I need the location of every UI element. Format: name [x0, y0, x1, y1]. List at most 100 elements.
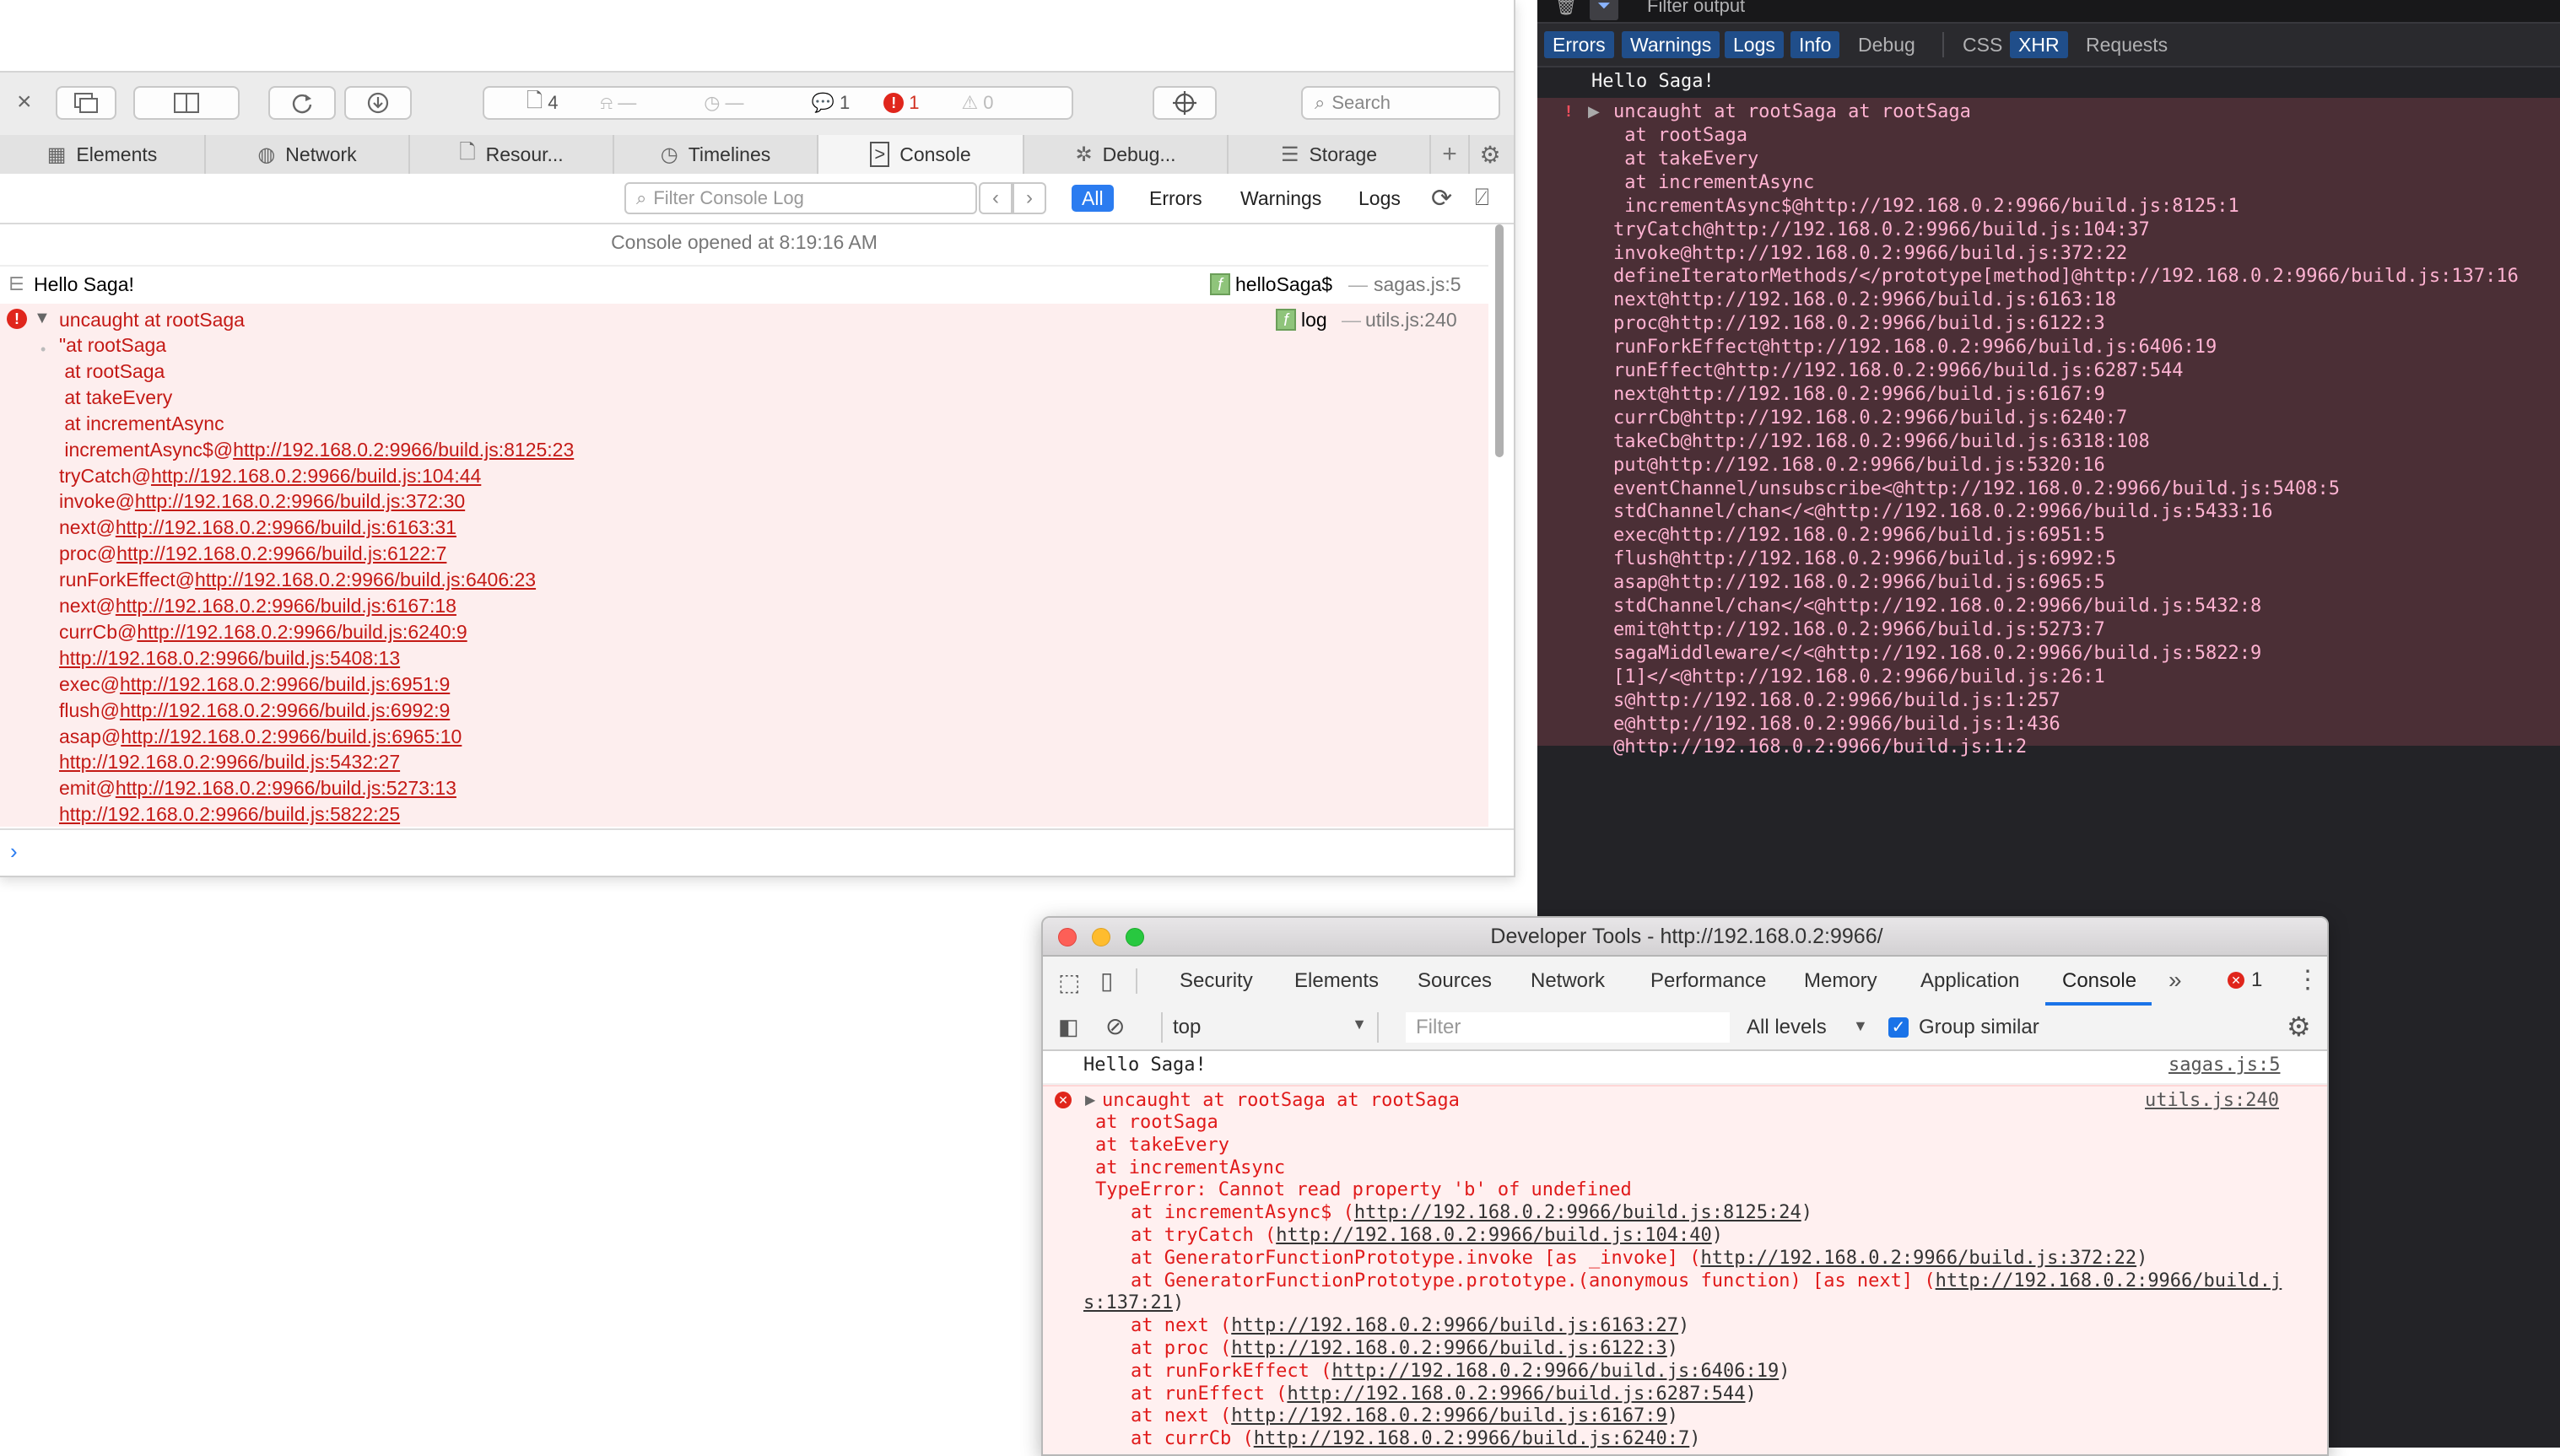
tab-storage[interactable]: ☰ Storage [1229, 135, 1431, 174]
add-tab-button[interactable]: + [1431, 135, 1470, 174]
source-file-link[interactable]: utils.js:240 [1365, 309, 1457, 332]
reload-button[interactable] [268, 86, 336, 120]
disclosure-triangle-icon[interactable]: ▶ [1588, 103, 1600, 121]
frame-url-link[interactable]: http://192.168.0.2:9966/build.js:6240:7 [1254, 1428, 1690, 1449]
tab-elements[interactable]: Elements [1294, 957, 1379, 1006]
filter-requests[interactable]: Requests [2077, 31, 2176, 58]
dashboard[interactable]: 🗋 4 ⍾ — ◷ — 💬 1 ! 1 ⚠ 0 [483, 86, 1073, 120]
frame-url-link[interactable]: http://192.168.0.2:9966/build.js:6965:10 [121, 725, 462, 747]
frame-url-link[interactable]: http://192.168.0.2:9966/build.js:6163:27 [1231, 1315, 1678, 1336]
previous-button[interactable]: ‹ [979, 182, 1013, 214]
scrollbar-thumb[interactable] [1495, 224, 1504, 457]
tab-network[interactable]: ◍ Network [206, 135, 410, 174]
split-view-button[interactable] [133, 86, 240, 120]
tab-console[interactable]: Console [2062, 957, 2136, 1006]
filter-info[interactable]: Info [1790, 31, 1840, 58]
frame-url-link[interactable]: http://192.168.0.2:9966/build.js:6951:9 [120, 673, 450, 695]
frame-url-link[interactable]: http://192.168.0.2:9966/build.js:6122:7 [116, 542, 446, 564]
clear-log-icon[interactable]: ⟳ [1431, 184, 1452, 213]
frame-url-link[interactable]: http://192.168.0.2:9966/build.js:5273:13 [116, 777, 456, 799]
tab-console[interactable]: > Console [818, 135, 1024, 174]
frame-url-link[interactable]: http://192.168.0.2:9966/build.js:5822:25 [59, 803, 400, 825]
level-errors[interactable]: Errors [1139, 185, 1212, 212]
filter-output-label[interactable]: Filter output [1647, 0, 1745, 17]
terminal-icon: > [870, 142, 890, 167]
frame-url-link[interactable]: http://192.168.0.2:9966/build.js:104:44 [151, 465, 481, 487]
sidebar-toggle-icon[interactable]: ◧ [1058, 1014, 1079, 1040]
frame-url-link[interactable]: http://192.168.0.2:9966/build.js:6406:23 [195, 569, 536, 590]
level-all[interactable]: All [1072, 185, 1114, 212]
search-field[interactable]: ⌕ Search [1301, 86, 1500, 120]
source-link[interactable]: utils.js:240 [2145, 1090, 2279, 1111]
source-link[interactable]: sagas.js:5 [2168, 1054, 2280, 1076]
inspect-element-icon[interactable]: ⬚ [1058, 968, 1080, 996]
frame-url-link[interactable]: http://192.168.0.2:9966/build.j [1936, 1270, 2282, 1292]
frame-url-link[interactable]: http://192.168.0.2:9966/build.js:5432:27 [59, 751, 400, 773]
trash-icon[interactable]: 🗑 [1554, 0, 1578, 17]
filter-logs[interactable]: Logs [1725, 31, 1784, 58]
error-count[interactable]: 1 [2251, 968, 2262, 992]
filter-icon[interactable]: ⏷ [1590, 0, 1618, 20]
frame-url-link[interactable]: s:137:21 [1083, 1292, 1173, 1313]
frame-text: at runEffect ( [1131, 1383, 1288, 1405]
tab-application[interactable]: Application [1920, 957, 2019, 1006]
dock-window-button[interactable] [56, 86, 116, 120]
log-levels-dropdown[interactable]: All levels [1747, 1016, 1827, 1039]
more-tabs-icon[interactable]: » [2168, 967, 2182, 994]
filter-input[interactable]: Filter [1406, 1012, 1730, 1043]
disclosure-triangle-icon[interactable]: ▶ [1085, 1092, 1095, 1108]
group-similar-label[interactable]: Group similar [1919, 1016, 2039, 1039]
tab-elements[interactable]: ▦ Elements [0, 135, 206, 174]
frame-url-link[interactable]: http://192.168.0.2:9966/build.js:8125:23 [233, 439, 574, 461]
settings-button[interactable]: ⚙ [1470, 135, 1510, 174]
stack-frame: s:137:21) [1083, 1292, 1184, 1313]
filter-xhr[interactable]: XHR [2010, 31, 2068, 58]
filter-debug[interactable]: Debug [1850, 31, 1924, 58]
frame-url-link[interactable]: http://192.168.0.2:9966/build.js:5408:13 [59, 647, 400, 669]
tab-timelines[interactable]: ◷ Timelines [614, 135, 818, 174]
tab-security[interactable]: Security [1180, 957, 1253, 1006]
tab-sources[interactable]: Sources [1418, 957, 1492, 1006]
stack-frame: at GeneratorFunctionPrototype.invoke [as… [1131, 1248, 2147, 1269]
frame-url-link[interactable]: http://192.168.0.2:9966/build.js:6122:3 [1231, 1338, 1667, 1359]
frame-url-link[interactable]: http://192.168.0.2:9966/build.js:6167:18 [116, 595, 456, 617]
element-picker-button[interactable] [1153, 86, 1217, 120]
frame-url-link[interactable]: http://192.168.0.2:9966/build.js:6992:9 [120, 699, 450, 721]
group-similar-checkbox[interactable]: ✓ [1888, 1017, 1909, 1038]
download-button[interactable] [344, 86, 412, 120]
frame-url-link[interactable]: http://192.168.0.2:9966/build.js:6163:31 [116, 516, 456, 538]
frame-url-link[interactable]: http://192.168.0.2:9966/build.js:372:22 [1701, 1248, 2137, 1269]
disclosure-triangle-icon[interactable]: ▼ [34, 309, 51, 328]
more-menu-icon[interactable]: ⋮ [2295, 965, 2320, 995]
frame-url-link[interactable]: http://192.168.0.2:9966/build.js:6167:9 [1231, 1405, 1667, 1426]
console-scrollbar[interactable] [1493, 224, 1507, 825]
frame-url-link[interactable]: http://192.168.0.2:9966/build.js:6240:9 [137, 621, 467, 643]
device-toolbar-icon[interactable]: ▯ [1100, 967, 1113, 995]
error-count-icon[interactable]: ✕ [2228, 972, 2244, 989]
gear-icon[interactable]: ⚙ [2287, 1011, 2311, 1043]
tab-performance[interactable]: Performance [1650, 957, 1766, 1006]
frame-url-link[interactable]: http://192.168.0.2:9966/build.js:6406:19 [1331, 1361, 1779, 1382]
tab-debugger[interactable]: ✲ Debug... [1024, 135, 1229, 174]
tab-memory[interactable]: Memory [1804, 957, 1877, 1006]
context-selector[interactable]: top ▼ [1161, 1012, 1379, 1043]
level-logs[interactable]: Logs [1348, 185, 1411, 212]
filter-warnings[interactable]: Warnings [1622, 31, 1720, 58]
filter-css[interactable]: CSS [1954, 31, 2011, 58]
frame-url-link[interactable]: http://192.168.0.2:9966/build.js:6287:54… [1287, 1383, 1745, 1405]
frame-url-link[interactable]: http://192.168.0.2:9966/build.js:8125:24 [1354, 1202, 1801, 1223]
tab-network[interactable]: Network [1531, 957, 1605, 1006]
frame-url-link[interactable]: http://192.168.0.2:9966/build.js:104:40 [1276, 1225, 1712, 1246]
filter-errors[interactable]: Errors [1544, 31, 1614, 58]
preserve-log-icon[interactable]: ⍁ [1475, 184, 1489, 212]
tab-resources[interactable]: 🗋 Resour... [410, 135, 614, 174]
stack-frame: incrementAsync$@http://192.168.0.2:9966/… [59, 439, 574, 461]
console-prompt[interactable]: › [0, 828, 1514, 876]
close-icon[interactable]: × [17, 88, 32, 116]
frame-url-link[interactable]: http://192.168.0.2:9966/build.js:372:30 [135, 490, 465, 512]
next-button[interactable]: › [1013, 182, 1046, 214]
clear-console-icon[interactable]: ⊘ [1105, 1012, 1125, 1040]
filter-console-input[interactable]: ⌕ Filter Console Log [624, 182, 977, 214]
level-warnings[interactable]: Warnings [1230, 185, 1331, 212]
source-file-link[interactable]: sagas.js:5 [1374, 273, 1461, 296]
